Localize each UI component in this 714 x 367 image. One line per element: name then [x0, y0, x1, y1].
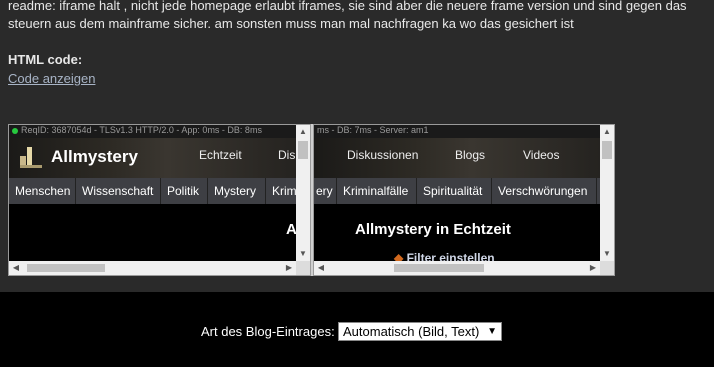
- readme-text: readme: iframe halt , nicht jede homepag…: [8, 0, 708, 33]
- cat-kriminalfaelle[interactable]: Kriminalfälle: [337, 178, 417, 204]
- cat-krim[interactable]: Krim: [266, 178, 296, 204]
- scroll-corner: [296, 261, 310, 275]
- scroll-thumb[interactable]: [27, 264, 105, 272]
- scroll-thumb[interactable]: [298, 141, 308, 159]
- nav-videos[interactable]: Videos: [523, 148, 559, 162]
- iframe-left[interactable]: ReqID: 3687054d - TLSv1.3 HTTP/2.0 - App…: [8, 124, 311, 276]
- nav-diskussionen[interactable]: Diskussionen: [347, 148, 418, 162]
- cat-verschwoerungen[interactable]: Verschwörungen: [492, 178, 597, 204]
- category-bar: Menschen Wissenschaft Politik Mystery Kr…: [9, 178, 296, 204]
- arrow-right-icon[interactable]: ▶: [586, 261, 600, 275]
- arrow-left-icon[interactable]: ◀: [314, 261, 328, 275]
- nav-echtzeit[interactable]: Echtzeit: [199, 148, 242, 162]
- blog-type-section: Art des Blog-Eintrages: Automatisch (Bil…: [0, 292, 714, 367]
- cat-wissenschaft[interactable]: Wissenschaft: [76, 178, 161, 204]
- arrow-up-icon[interactable]: ▲: [296, 125, 310, 139]
- site-header: Allmystery Echtzeit Dis: [9, 138, 296, 178]
- arrow-right-icon[interactable]: ▶: [282, 261, 296, 275]
- request-info-bar: ms - DB: 7ms - Server: am1: [314, 125, 600, 138]
- cat-mystery[interactable]: Mystery: [208, 178, 266, 204]
- readme-line-2: steuern aus dem mainframe sicher. am son…: [8, 16, 574, 31]
- request-info-text: ReqID: 3687054d - TLSv1.3 HTTP/2.0 - App…: [21, 125, 262, 135]
- iframe-preview: ReqID: 3687054d - TLSv1.3 HTTP/2.0 - App…: [8, 124, 615, 276]
- scroll-thumb[interactable]: [602, 141, 612, 159]
- vertical-scrollbar[interactable]: ▲ ▼: [296, 125, 310, 261]
- code-anzeigen-link[interactable]: Code anzeigen: [8, 71, 95, 86]
- arrow-up-icon[interactable]: ▲: [600, 125, 614, 139]
- content-title: Allmystery in Echtzeit: [355, 221, 511, 238]
- nav-dis[interactable]: Dis: [278, 148, 295, 162]
- arrow-down-icon[interactable]: ▼: [600, 247, 614, 261]
- cat-mystery-partial[interactable]: ery: [314, 178, 337, 204]
- vertical-scrollbar[interactable]: ▲ ▼: [600, 125, 614, 261]
- allmystery-logo-icon[interactable]: [18, 144, 44, 170]
- scroll-corner: [600, 261, 614, 275]
- cat-politik[interactable]: Politik: [161, 178, 208, 204]
- site-header: Diskussionen Blogs Videos: [314, 138, 600, 178]
- scroll-thumb[interactable]: [394, 264, 484, 272]
- category-bar: ery Kriminalfälle Spiritualität Verschwö…: [314, 178, 600, 204]
- cat-menschen[interactable]: Menschen: [9, 178, 76, 204]
- horizontal-scrollbar[interactable]: ◀ ▶: [314, 261, 614, 275]
- chevron-down-icon: ▼: [487, 326, 497, 337]
- status-dot-icon: [12, 127, 18, 134]
- horizontal-scrollbar[interactable]: ◀ ▶: [9, 261, 310, 275]
- nav-blogs[interactable]: Blogs: [455, 148, 485, 162]
- blog-type-label: Art des Blog-Eintrages:: [201, 324, 335, 339]
- blog-type-selected-value: Automatisch (Bild, Text): [343, 324, 480, 339]
- arrow-down-icon[interactable]: ▼: [296, 247, 310, 261]
- html-code-label: HTML code:: [8, 52, 83, 67]
- arrow-left-icon[interactable]: ◀: [9, 261, 23, 275]
- request-info-bar: ReqID: 3687054d - TLSv1.3 HTTP/2.0 - App…: [9, 125, 296, 138]
- blog-type-select[interactable]: Automatisch (Bild, Text) ▼: [338, 322, 502, 341]
- request-info-text: ms - DB: 7ms - Server: am1: [317, 125, 429, 135]
- iframe-right[interactable]: ms - DB: 7ms - Server: am1 Diskussionen …: [313, 124, 615, 276]
- cat-spiritualitaet[interactable]: Spiritualität: [417, 178, 492, 204]
- site-logo-text[interactable]: Allmystery: [51, 147, 138, 167]
- readme-line-1: readme: iframe halt , nicht jede homepag…: [8, 0, 687, 13]
